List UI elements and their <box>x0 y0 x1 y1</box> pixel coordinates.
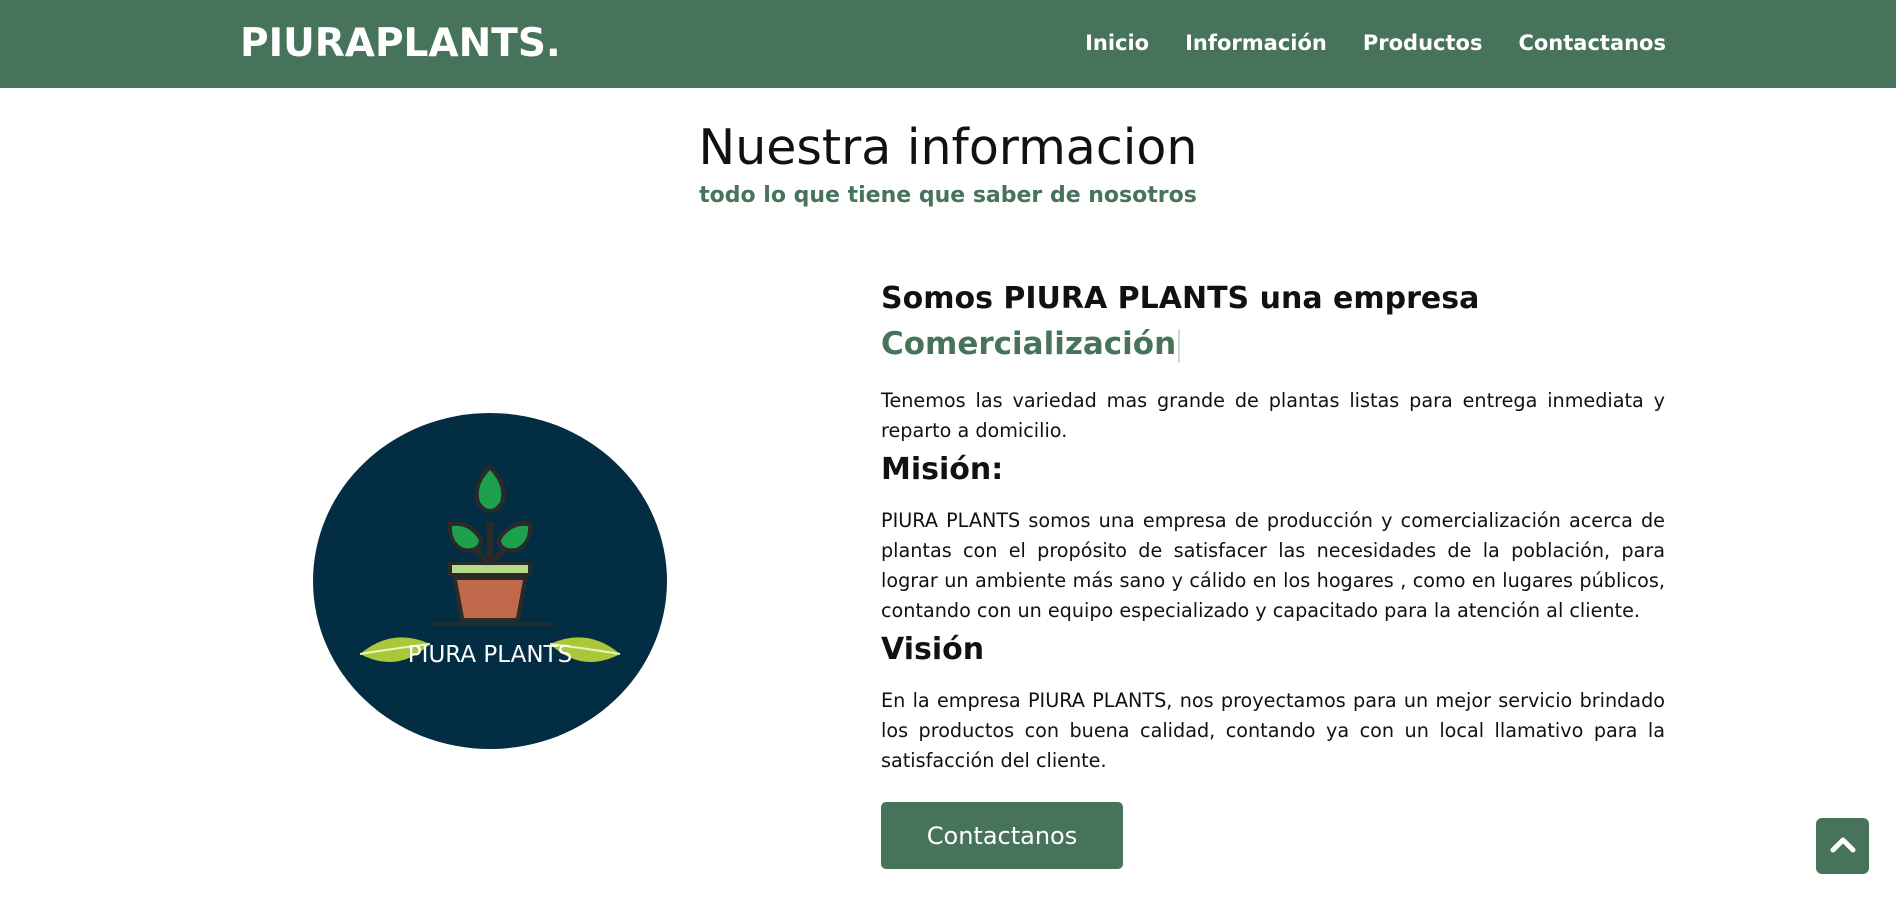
vision-heading: Visión <box>881 632 985 667</box>
intro-heading: Somos PIURA PLANTS una empresa <box>881 281 1480 316</box>
mision-heading: Misión: <box>881 452 1004 487</box>
rotating-word: Comercialización <box>881 326 1177 362</box>
contactanos-button[interactable]: Contactanos <box>881 802 1123 869</box>
rotating-heading: Comercialización <box>881 322 1665 366</box>
navbar: PIURAPLANTS. Inicio Información Producto… <box>0 0 1896 88</box>
scroll-to-top-button[interactable] <box>1816 818 1869 874</box>
brand-logo[interactable]: PIURAPLANTS. <box>240 20 561 68</box>
vision-paragraph: En la empresa PIURA PLANTS, nos proyecta… <box>881 689 1665 772</box>
nav-link-informacion[interactable]: Información <box>1185 28 1327 58</box>
company-logo: PIURA PLANTS <box>312 412 668 750</box>
nav-link-inicio[interactable]: Inicio <box>1085 28 1149 58</box>
about-section: Somos PIURA PLANTS una empresa Comercial… <box>881 278 1665 869</box>
mision-paragraph: PIURA PLANTS somos una empresa de produc… <box>881 509 1665 622</box>
page-title: Nuestra informacion <box>698 119 1198 176</box>
logo-text: PIURA PLANTS <box>408 642 572 668</box>
page-subtitle: todo lo que tiene que saber de nosotros <box>699 183 1197 208</box>
nav-menu: Inicio Información Productos Contactanos <box>1085 28 1666 58</box>
chevron-up-icon <box>1830 837 1855 853</box>
plant-pot-logo-icon: PIURA PLANTS <box>313 413 667 749</box>
nav-link-productos[interactable]: Productos <box>1363 28 1483 58</box>
typing-cursor <box>1178 328 1181 363</box>
nav-link-contactanos[interactable]: Contactanos <box>1518 28 1666 58</box>
intro-paragraph: Tenemos las variedad mas grande de plant… <box>881 389 1665 442</box>
